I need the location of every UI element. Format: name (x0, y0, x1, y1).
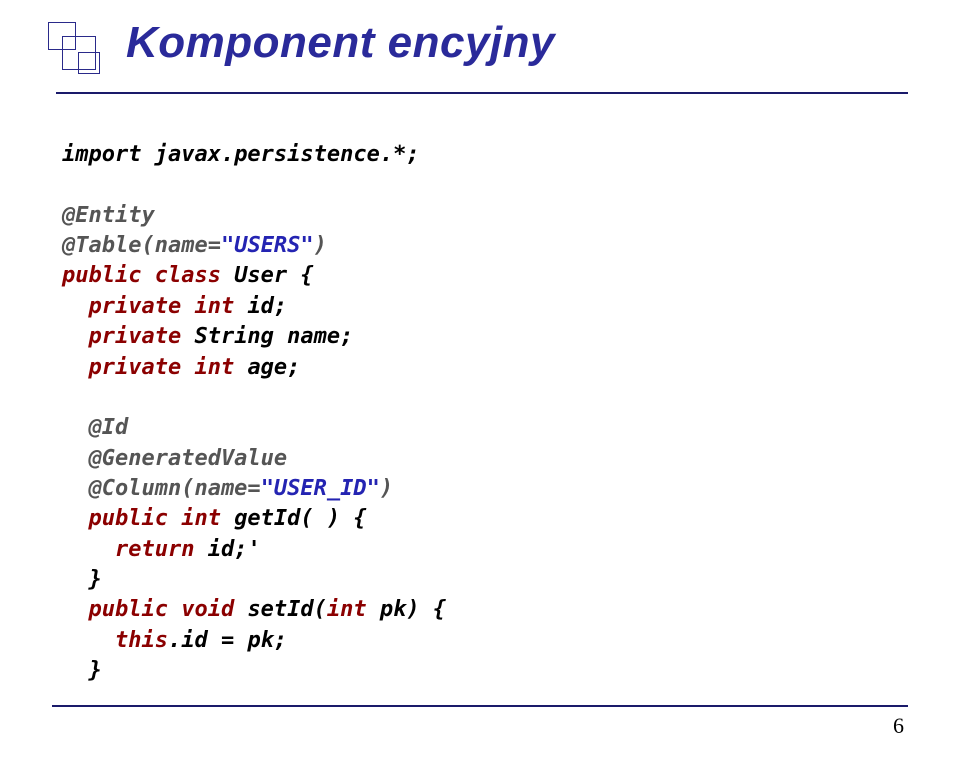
code-text: User { (234, 263, 313, 288)
code-text: int (327, 597, 380, 622)
code-text: return (62, 537, 208, 562)
code-text: @Id (62, 415, 128, 440)
code-text: } (62, 658, 102, 683)
code-text: @Entity (62, 203, 155, 228)
code-text: String name; (194, 324, 353, 349)
code-text: this (62, 628, 168, 653)
footer-divider (52, 705, 908, 707)
code-text: getId( ) { (234, 506, 366, 531)
code-block: import javax.persistence.*; @Entity @Tab… (62, 140, 912, 686)
code-text: javax.persistence.*; (155, 142, 420, 167)
page-number: 6 (893, 713, 904, 739)
code-text: public int (62, 506, 234, 531)
code-text: setId( (247, 597, 326, 622)
code-text: private (62, 324, 194, 349)
code-text: age; (247, 355, 300, 380)
code-text: id; (247, 294, 287, 319)
code-text: private int (62, 294, 247, 319)
header: Komponent encyjny (48, 18, 912, 82)
code-text: "USER_ID" (261, 476, 380, 501)
code-text: public void (62, 597, 247, 622)
code-text: @Column(name= (62, 476, 261, 501)
slide-container: Komponent encyjny import javax.persisten… (0, 0, 960, 759)
squares-icon (48, 22, 108, 82)
code-text: @GeneratedValue (62, 446, 287, 471)
code-text: pk) { (380, 597, 446, 622)
code-text: ) (314, 233, 327, 258)
code-text: } (62, 567, 102, 592)
code-text: public class (62, 263, 234, 288)
code-text: private int (62, 355, 247, 380)
title-divider (56, 92, 908, 94)
code-text: id;' (208, 537, 261, 562)
code-text: @Table(name= (62, 233, 221, 258)
code-text: .id = pk; (168, 628, 287, 653)
page-title: Komponent encyjny (126, 18, 555, 68)
code-text: import (62, 142, 155, 167)
code-text: "USERS" (221, 233, 314, 258)
code-text: ) (380, 476, 393, 501)
